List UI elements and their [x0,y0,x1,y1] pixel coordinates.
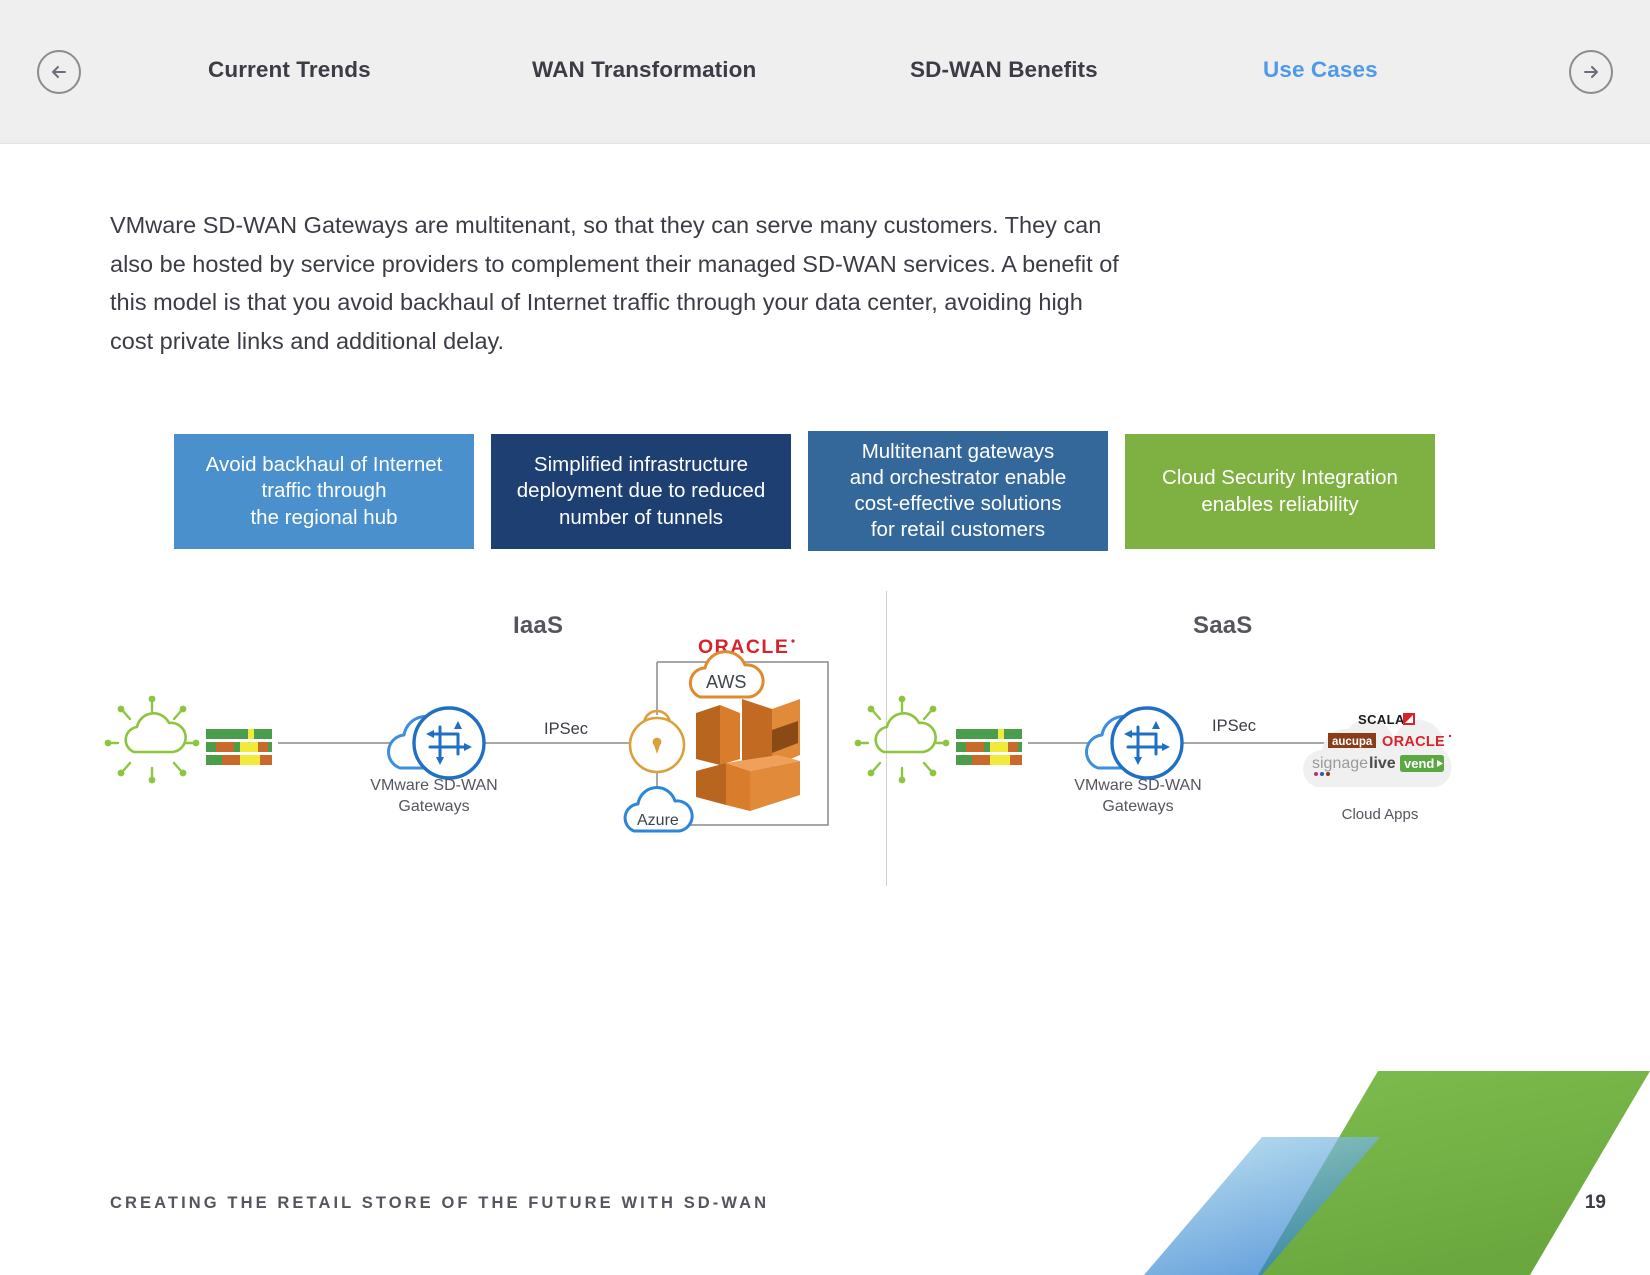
arrow-left-circle-icon [52,66,66,78]
parallelogram-graphic [1144,1071,1650,1275]
nav-item-sd-wan-benefits[interactable]: SD-WAN Benefits [910,57,1098,83]
callout-box-cloud-security: Cloud Security Integration enables relia… [1125,434,1435,549]
sd-wan-gateway-cloud-icon [387,706,486,780]
retail-store-network-icon [854,695,950,784]
callout-box-simplified-infrastructure: Simplified infrastructure deployment due… [491,434,791,549]
iaas-gateway-label: VMware SD-WAN Gateways [344,775,524,817]
callout-line: Multitenant gateways [861,439,1055,463]
callout-line: deployment due to reduced [516,479,766,503]
callout-line: Cloud Security Integration [1162,466,1398,490]
svg-text:aucupa: aucupa [1332,736,1373,748]
nav-links: Current Trends WAN Transformation SD-WAN… [150,0,1490,143]
svg-text:SCALA: SCALA [1358,712,1405,727]
nav-item-use-cases[interactable]: Use Cases [1263,57,1378,83]
saas-gateway-label-line2: Gateways [1102,798,1174,816]
top-navigation-bar: Current Trends WAN Transformation SD-WAN… [0,0,1650,144]
saas-gateway-label-line1: VMware SD-WAN [1074,777,1202,794]
sd-wan-gateway-cloud-icon [1085,706,1184,780]
network-switch-stack-icon [956,729,1022,765]
blue-parallelogram [1144,1137,1380,1275]
saas-gateway-label: VMware SD-WAN Gateways [1048,775,1228,817]
retail-store-network-icon [104,695,200,784]
callout-box-multitenant-gateways: Multitenant gateways and orchestrator en… [808,431,1108,551]
page-number: 19 [1584,1192,1606,1213]
svg-text:ORACLE: ORACLE [1382,734,1445,750]
footer-title: CREATING THE RETAIL STORE OF THE FUTURE … [110,1194,770,1212]
nav-forward-button[interactable] [1569,50,1613,94]
iaas-gateway-label-line2: Gateways [398,798,470,816]
svg-text:signage: signage [1312,755,1368,772]
saas-topology: SCALA aucupa ORACLE signage live vend [854,695,1452,787]
callout-box-row: Avoid backhaul of Internet traffic throu… [174,431,1435,554]
svg-text:ORACLE: ORACLE [698,636,789,658]
cloud-apps-label: Cloud Apps [1341,806,1419,823]
callout-line: cost-effective solutions [854,492,1062,515]
nav-item-wan-transformation[interactable]: WAN Transformation [532,57,756,83]
nav-back-button[interactable] [37,50,81,94]
aws-ec2-blocks-icon [696,699,800,811]
svg-text:live: live [1369,755,1396,772]
iaas-topology: ORACLE AWS Azure [104,636,829,833]
saas-ipsec-label: IPSec [1212,717,1257,735]
iaas-gateway-label-line1: VMware SD-WAN [370,777,498,794]
cloud-apps-icon: SCALA aucupa ORACLE signage live vend [1303,712,1452,787]
green-parallelogram [1258,1071,1650,1275]
network-switch-stack-icon [206,729,272,765]
intro-paragraph: VMware SD-WAN Gateways are multitenant, … [110,212,1119,354]
padlock-icon [628,709,686,774]
callout-line: the regional hub [250,505,398,529]
corner-decoration [1090,1060,1650,1275]
callout-box-avoid-backhaul: Avoid backhaul of Internet traffic throu… [174,434,474,549]
callout-line: enables reliability [1201,492,1359,516]
aws-cloud-icon: AWS [688,650,765,699]
arrow-right-circle-icon [1584,66,1598,78]
callout-line: Avoid backhaul of Internet [205,453,443,477]
nav-item-current-trends[interactable]: Current Trends [208,57,371,83]
azure-cloud-icon: Azure [623,786,694,833]
callout-line: and orchestrator enable [849,465,1067,489]
svg-text:AWS: AWS [706,672,746,692]
svg-text:Azure: Azure [637,812,679,829]
callout-line: number of tunnels [558,505,724,529]
callout-line: traffic through [261,479,387,503]
svg-text:vend: vend [1404,756,1434,771]
callout-line: Simplified infrastructure [533,453,749,477]
iaas-ipsec-label: IPSec [544,720,589,738]
callout-line: for retail customers [870,518,1046,542]
architecture-diagram: IaaS SaaS ORACLE AWS Azure IPSec VMware … [0,575,1650,886]
